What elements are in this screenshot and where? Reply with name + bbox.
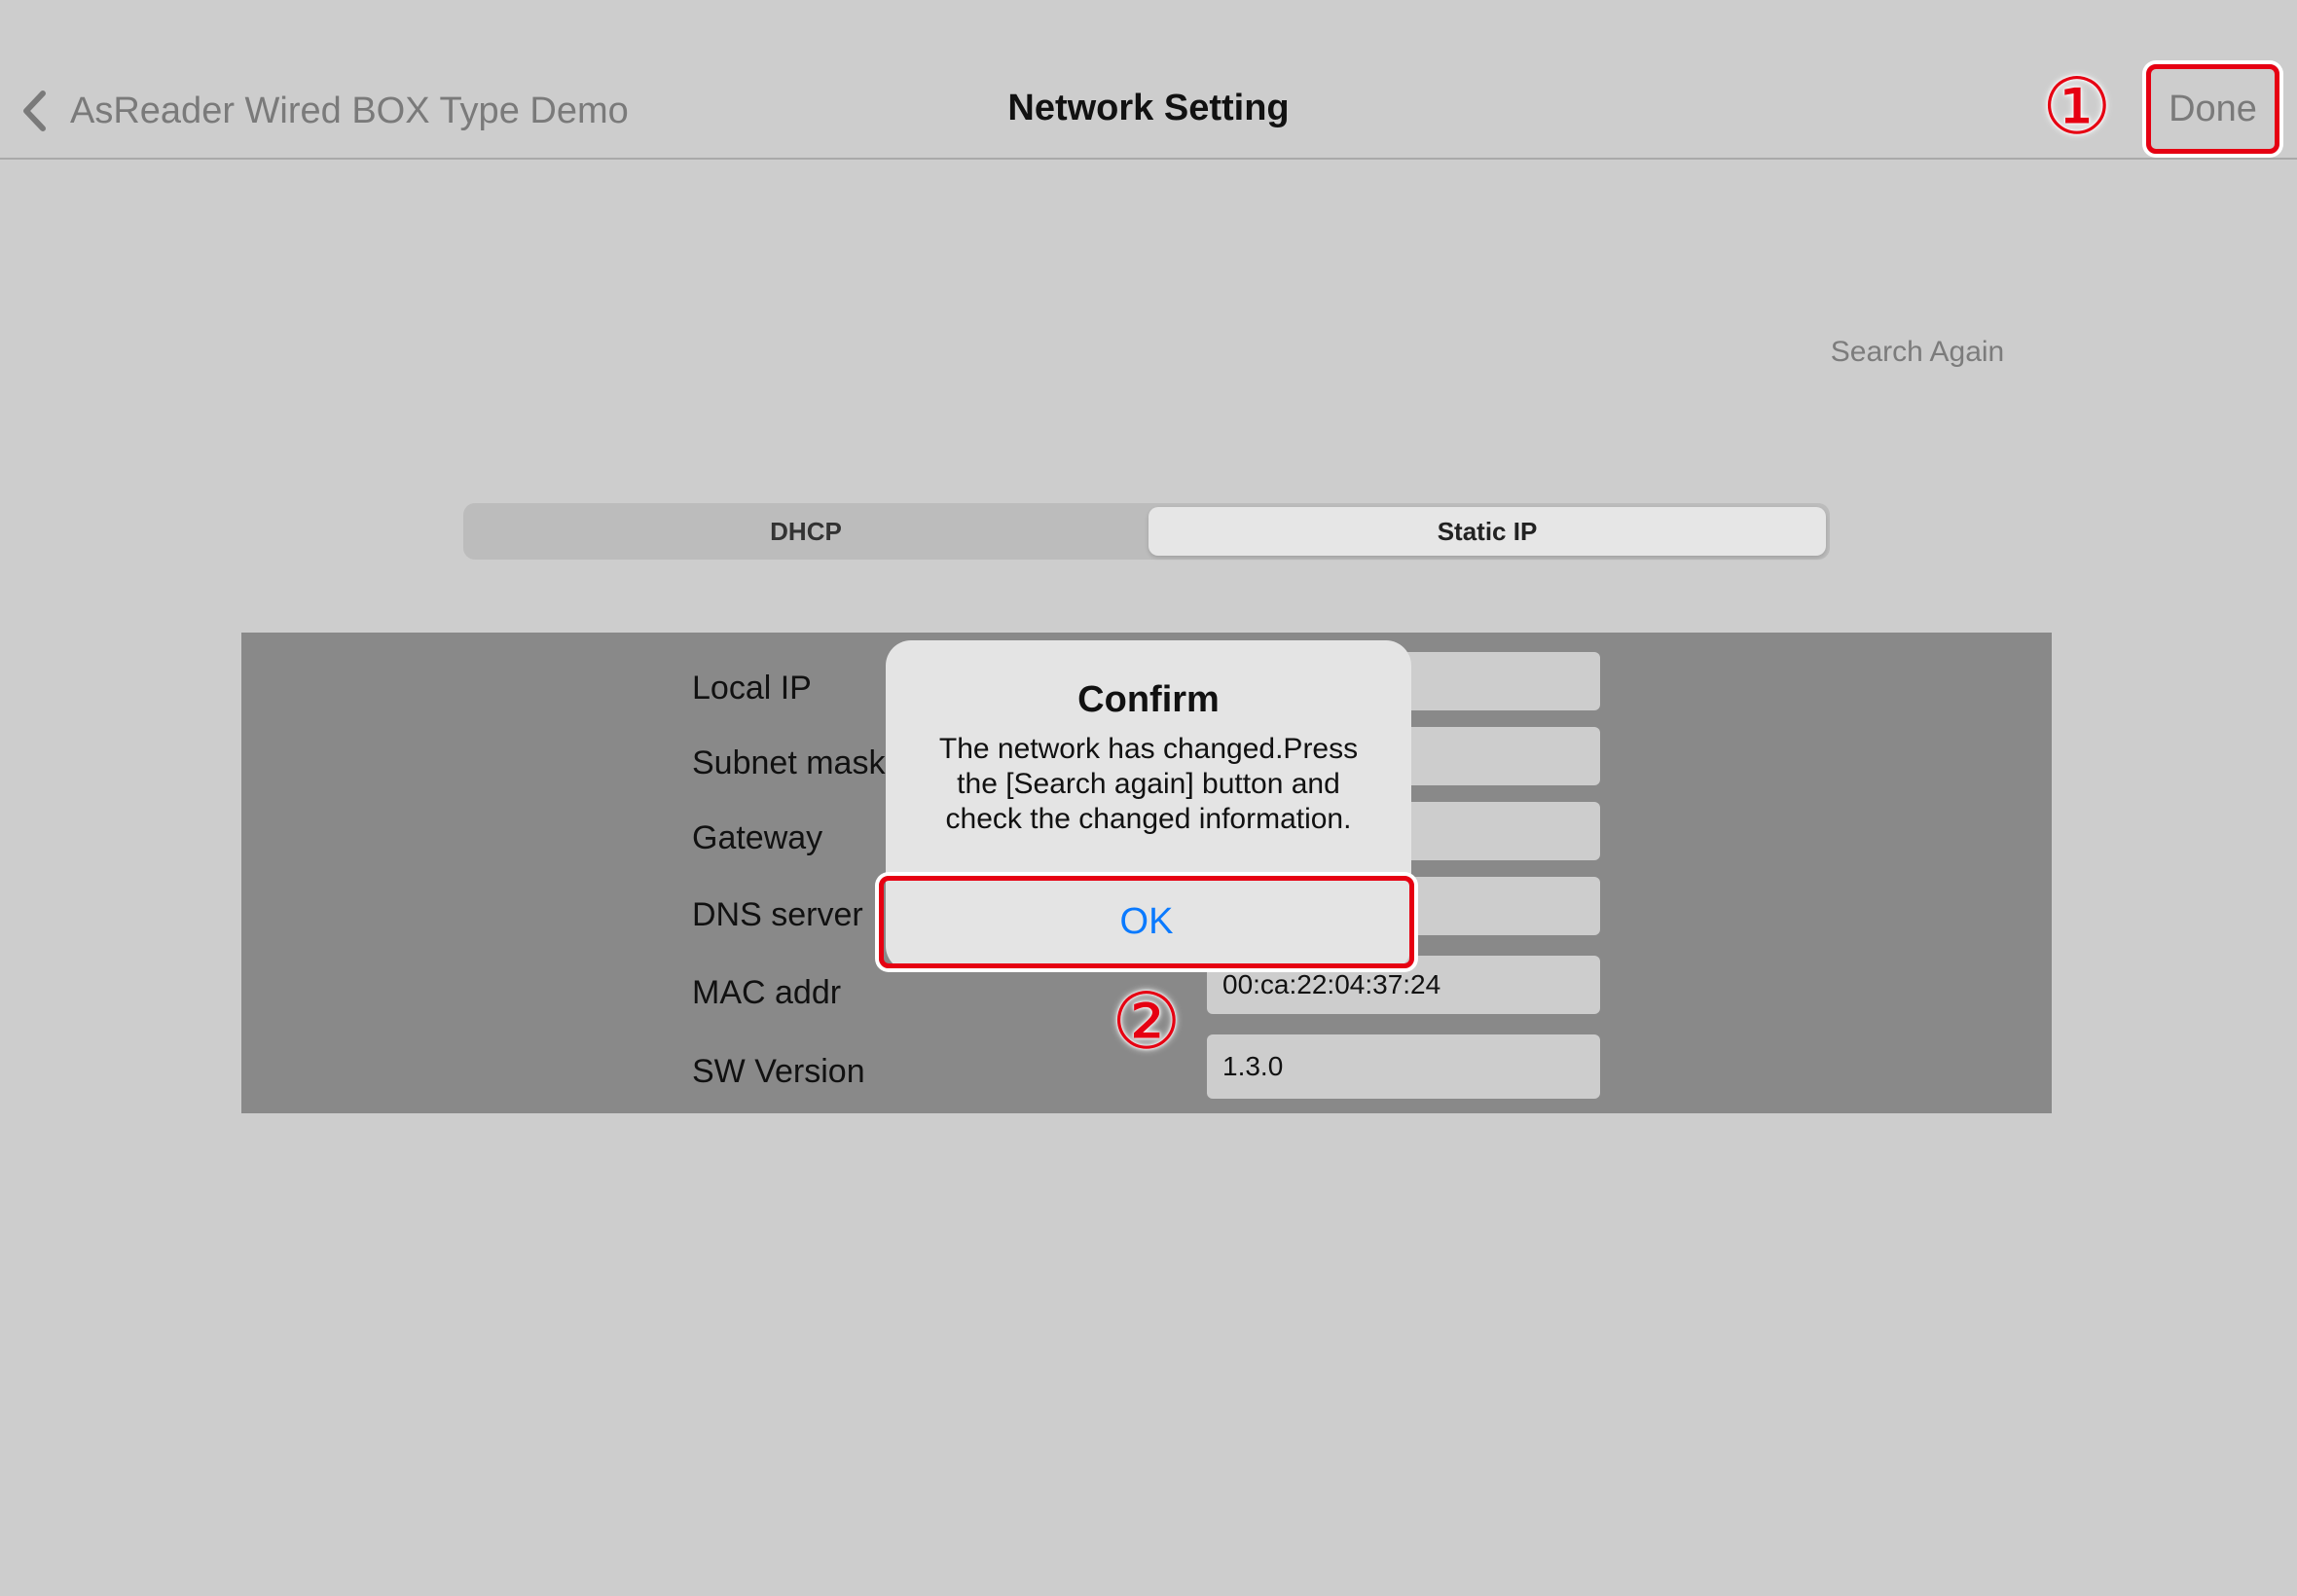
segment-dhcp[interactable]: DHCP bbox=[467, 507, 1145, 556]
mac-addr-label: MAC addr bbox=[692, 974, 842, 1011]
page-title: Network Setting bbox=[1007, 88, 1290, 128]
done-button[interactable]: Done bbox=[2146, 64, 2279, 154]
sw-version-label: SW Version bbox=[692, 1053, 865, 1090]
ip-mode-segmented-control: DHCP Static IP bbox=[463, 503, 1830, 560]
step-1-marker: ① bbox=[2042, 61, 2112, 152]
step-2-marker: ② bbox=[1112, 976, 1182, 1067]
gateway-label: Gateway bbox=[692, 819, 823, 856]
navigation-bar: AsReader Wired BOX Type Demo Network Set… bbox=[0, 0, 2297, 160]
sw-version-field: 1.3.0 bbox=[1207, 1034, 1600, 1099]
local-ip-label: Local IP bbox=[692, 670, 812, 707]
dns-server-label: DNS server bbox=[692, 896, 863, 933]
dialog-message: The network has changed.Press the [Searc… bbox=[938, 733, 1359, 835]
dialog-title: Confirm bbox=[1077, 679, 1220, 720]
search-again-button[interactable]: Search Again bbox=[1810, 336, 2024, 369]
subnet-mask-label: Subnet mask bbox=[692, 744, 886, 781]
segment-static-ip[interactable]: Static IP bbox=[1148, 507, 1826, 556]
ok-button[interactable]: OK bbox=[879, 876, 1414, 968]
